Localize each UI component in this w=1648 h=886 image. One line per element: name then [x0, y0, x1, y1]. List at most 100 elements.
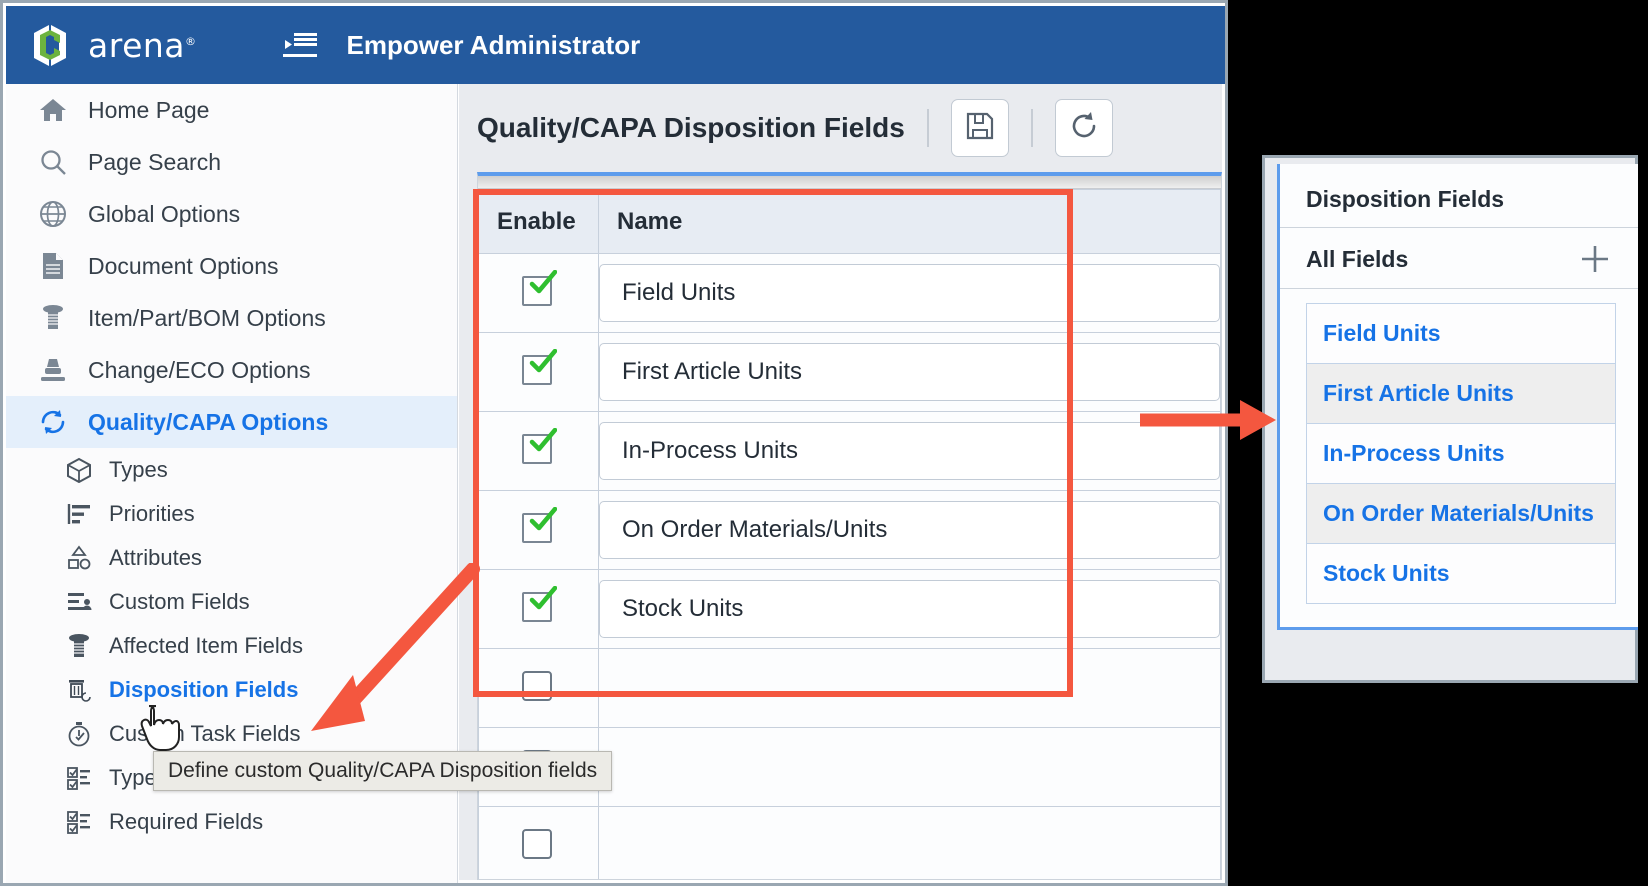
cell-name: Field Units — [598, 253, 1221, 333]
sidebar-item-home-page[interactable]: Home Page — [6, 84, 457, 136]
table-row: First Article Units — [478, 332, 1221, 412]
table-row: Stock Units — [478, 569, 1221, 649]
page-header: Quality/CAPA Disposition Fields — [459, 84, 1222, 172]
sidebar-item-label: Affected Item Fields — [109, 633, 304, 658]
sidebar-item-label: Global Options — [88, 200, 241, 227]
disposition-icon — [64, 676, 94, 704]
sidebar-item-label: Document Options — [88, 252, 279, 279]
popout-list-item[interactable]: On Order Materials/Units — [1307, 484, 1615, 544]
sidebar-item-document-options[interactable]: Document Options — [6, 240, 457, 292]
sidebar-item-label: Types — [109, 457, 168, 482]
app-header-title: Empower Administrator — [346, 29, 641, 60]
cell-name — [598, 727, 1221, 807]
stamp-icon — [36, 355, 70, 385]
app-header-center: Empower Administrator — [282, 29, 641, 61]
checkbox-checked[interactable] — [521, 349, 557, 389]
checkbox-unchecked[interactable] — [521, 829, 556, 863]
sidebar-item-label: Change/ECO Options — [88, 356, 311, 383]
table-row: On Order Materials/Units — [478, 490, 1221, 570]
sidebar-item-label: Priorities — [109, 501, 195, 526]
table-row — [478, 806, 1221, 879]
horizontal-scrollbar[interactable] — [478, 176, 1221, 189]
popout-section-header: All Fields — [1280, 228, 1638, 289]
name-input — [599, 659, 1220, 717]
checkbox-checked[interactable] — [521, 270, 557, 310]
sidebar-item-label: Quality/CAPA Options — [88, 408, 329, 435]
sidebar-item-label: Disposition Fields — [109, 677, 299, 702]
sidebar-item-quality-capa-options[interactable]: Quality/CAPA Options — [6, 396, 457, 448]
cell-enable — [478, 569, 599, 649]
table-row: In-Process Units — [478, 411, 1221, 491]
mouse-cursor-icon — [139, 703, 181, 755]
column-header-enable[interactable]: Enable — [478, 189, 599, 254]
cell-name — [598, 806, 1221, 879]
cell-enable — [478, 806, 599, 879]
sidebar-item-global-options[interactable]: Global Options — [6, 188, 457, 240]
home-icon — [36, 95, 70, 125]
table-row: Field Units — [478, 253, 1221, 333]
tooltip: Define custom Quality/CAPA Disposition f… — [153, 751, 613, 791]
person-list-icon — [64, 588, 94, 616]
cell-name — [598, 648, 1221, 728]
name-input[interactable]: On Order Materials/Units — [599, 501, 1220, 559]
cell-enable — [478, 332, 599, 412]
stopwatch-icon — [64, 720, 94, 748]
name-input[interactable]: Field Units — [599, 264, 1220, 322]
sidebar-item-required-fields[interactable]: Required Fields — [6, 800, 457, 844]
globe-icon — [36, 199, 70, 229]
sidebar-item-types[interactable]: Types — [6, 448, 457, 492]
sidebar-item-priorities[interactable]: Priorities — [6, 492, 457, 536]
brand-wordmark: arena® — [88, 26, 197, 65]
sidebar-item-label: Attributes — [109, 545, 202, 570]
toolbar-divider-1 — [926, 109, 929, 147]
popout-list-item[interactable]: In-Process Units — [1307, 424, 1615, 484]
app-header-bar: arena® Empower Administrator — [6, 6, 1225, 84]
name-input[interactable]: In-Process Units — [599, 422, 1220, 480]
column-header-name[interactable]: Name — [598, 189, 1221, 254]
sidebar-item-label: Item/Part/BOM Options — [88, 304, 326, 331]
annotation-arrow-to-right-panel — [1140, 390, 1280, 450]
popout-inner: Disposition Fields All Fields Field Unit… — [1277, 164, 1638, 630]
refresh-cycle-icon — [36, 407, 70, 437]
popout-list-item[interactable]: Stock Units — [1307, 544, 1615, 604]
search-icon — [36, 147, 70, 177]
box-icon — [64, 456, 94, 484]
save-icon — [965, 111, 995, 146]
popout-list-item[interactable]: First Article Units — [1307, 364, 1615, 424]
popout-section-label: All Fields — [1306, 245, 1409, 272]
screenshot-frame: arena® Empower Administrator Home Page P… — [0, 0, 1228, 886]
popout-field-list: Field Units First Article Units In-Process… — [1306, 303, 1616, 604]
refresh-button[interactable] — [1054, 99, 1113, 157]
sidebar-item-label: Custom Fields — [109, 589, 250, 614]
checkbox-checked[interactable] — [521, 428, 557, 468]
name-input[interactable]: Stock Units — [599, 580, 1220, 638]
name-input — [599, 817, 1220, 875]
annotation-arrow-to-sidebar — [303, 562, 483, 733]
registered-mark: ® — [185, 34, 197, 48]
cell-enable — [478, 253, 599, 333]
save-button[interactable] — [950, 99, 1009, 157]
refresh-icon — [1069, 111, 1099, 146]
brand-name-text: arena — [88, 25, 186, 65]
sidebar-item-label: Custom Task Fields — [109, 721, 301, 746]
sidebar-item-label: Page Search — [88, 148, 221, 175]
checklist-icon — [64, 808, 94, 836]
cell-enable — [478, 490, 599, 570]
table-header-row: Enable Name — [478, 189, 1221, 254]
checkbox-checked[interactable] — [521, 507, 557, 547]
sidebar-item-label: Home Page — [88, 96, 210, 123]
cell-enable — [478, 648, 599, 728]
sidebar-item-page-search[interactable]: Page Search — [6, 136, 457, 188]
checkbox-unchecked[interactable] — [521, 671, 556, 705]
toolbar-divider-2 — [1030, 109, 1033, 147]
popout-list-item[interactable]: Field Units — [1307, 304, 1615, 364]
collapse-menu-icon[interactable] — [282, 32, 317, 58]
bolt-icon — [64, 632, 94, 660]
sidebar-item-item-part-bom-options[interactable]: Item/Part/BOM Options — [6, 292, 457, 344]
checkbox-checked[interactable] — [521, 586, 557, 626]
brand-logo-group[interactable]: arena® — [28, 22, 197, 68]
name-input[interactable]: First Article Units — [599, 343, 1220, 401]
plus-icon[interactable] — [1578, 242, 1612, 276]
sidebar-item-change-eco-options[interactable]: Change/ECO Options — [6, 344, 457, 396]
table-row — [478, 648, 1221, 728]
